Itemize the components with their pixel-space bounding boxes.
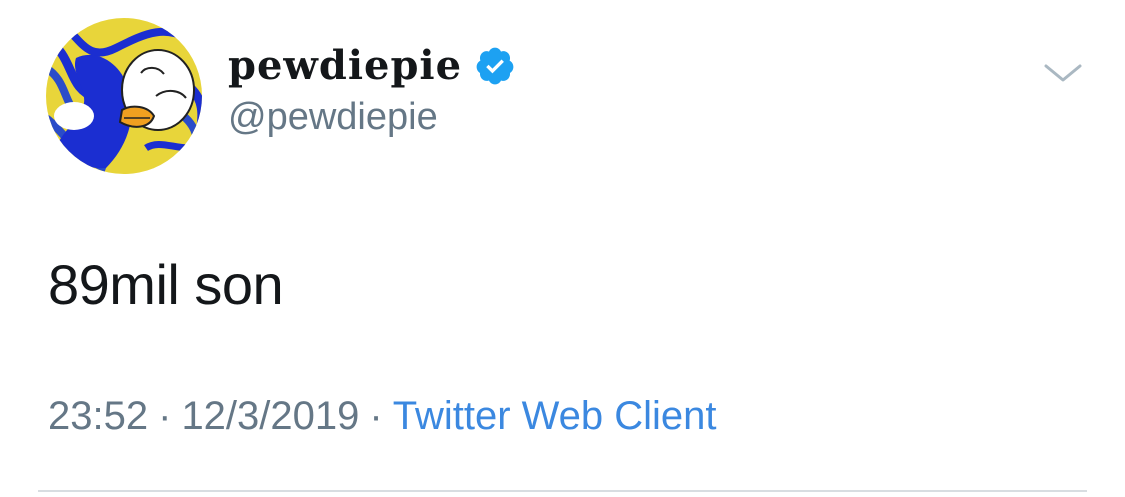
tweet-date[interactable]: 12/3/2019	[181, 394, 359, 438]
tweet-time[interactable]: 23:52	[48, 394, 148, 438]
author-avatar[interactable]	[46, 18, 202, 174]
tweet-text: 89mil son	[48, 253, 284, 316]
tweet-metadata: 23:52 · 12/3/2019 · Twitter Web Client	[48, 396, 717, 436]
author-handle[interactable]: @pewdiepie	[228, 98, 438, 136]
chevron-down-icon[interactable]	[1040, 58, 1086, 88]
author-name-row: pewdiepie	[228, 38, 516, 94]
duck-avatar-icon	[46, 18, 202, 174]
verified-badge-icon	[474, 45, 516, 87]
meta-separator: ·	[158, 394, 172, 438]
divider	[38, 490, 1087, 492]
author-display-name[interactable]: pewdiepie	[228, 46, 462, 86]
meta-separator: ·	[369, 394, 383, 438]
tweet-source-link[interactable]: Twitter Web Client	[393, 394, 717, 438]
tweet-card: pewdiepie @pewdiepie 89mil son 23:52 · 12/…	[0, 0, 1125, 497]
